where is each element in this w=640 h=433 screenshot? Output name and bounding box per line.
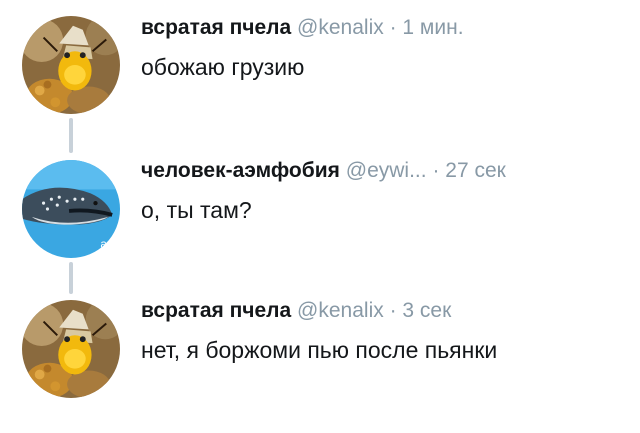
separator-dot: ·: [432, 159, 440, 182]
separator-dot: ·: [389, 299, 397, 322]
tweet-thread: всратая пчела @kenalix · 1 мин. обожаю г…: [0, 0, 640, 433]
tweet-header: человек-аэмфобия @eywi... · 27 сек: [141, 158, 506, 184]
avatar-caption: aaAA: [100, 238, 120, 251]
thread-connector: [69, 262, 73, 294]
timestamp[interactable]: 1 мин.: [402, 16, 463, 39]
author-name[interactable]: всратая пчела: [141, 16, 291, 39]
whale-shark-avatar-icon[interactable]: aaAA: [22, 160, 120, 258]
tweet-text: о, ты там?: [141, 197, 252, 223]
author-handle[interactable]: @kenalix: [297, 299, 384, 322]
bee-avatar-icon[interactable]: [22, 16, 120, 114]
author-handle[interactable]: @kenalix: [297, 16, 384, 39]
tweet-text: обожаю грузию: [141, 54, 305, 80]
tweet-header: всратая пчела @kenalix · 3 сек: [141, 298, 497, 324]
thread-connector: [69, 118, 73, 153]
bee-avatar-icon[interactable]: [22, 300, 120, 398]
author-handle[interactable]: @eywi...: [346, 159, 427, 182]
timestamp[interactable]: 27 сек: [445, 159, 506, 182]
separator-dot: ·: [389, 16, 397, 39]
timestamp[interactable]: 3 сек: [402, 299, 451, 322]
tweet-header: всратая пчела @kenalix · 1 мин.: [141, 15, 464, 41]
author-name[interactable]: человек-аэмфобия: [141, 159, 340, 182]
author-name[interactable]: всратая пчела: [141, 299, 291, 322]
tweet-text: нет, я боржоми пью после пьянки: [141, 337, 498, 363]
